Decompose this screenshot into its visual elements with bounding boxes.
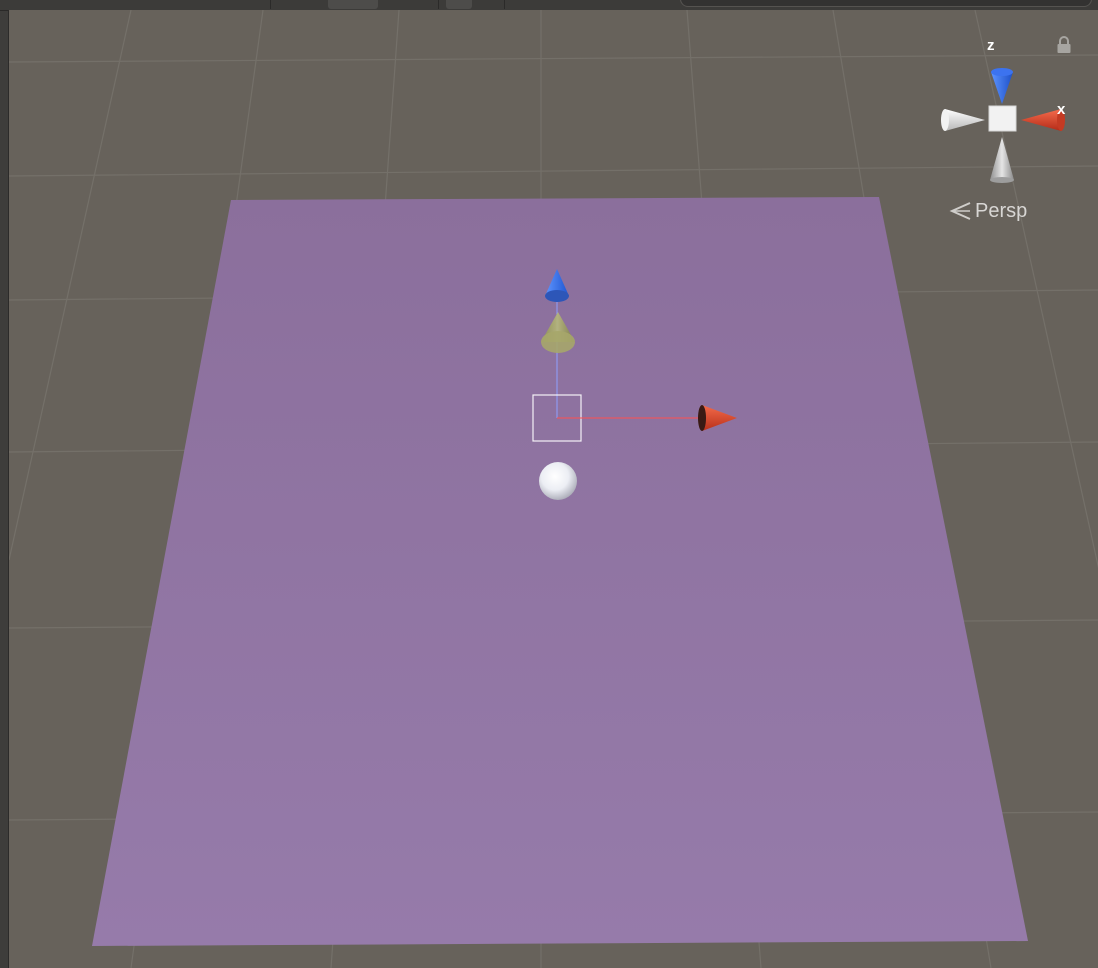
toolbar-separator: [260, 0, 271, 9]
gizmo-neg-z-cone[interactable]: [990, 137, 1014, 183]
lock-icon[interactable]: [1055, 35, 1073, 55]
gizmo-x-label: x: [1057, 101, 1066, 118]
projection-toggle[interactable]: Persp: [949, 198, 1027, 224]
ground-plane[interactable]: [92, 197, 1028, 946]
perspective-chevron-icon: [949, 202, 971, 220]
unity-editor-window: z x Persp: [0, 0, 1098, 968]
scene-search-field[interactable]: [680, 0, 1092, 7]
toolbar-draw-mode-button[interactable]: [328, 0, 378, 9]
sphere-object[interactable]: [539, 462, 577, 500]
gizmo-z-cone[interactable]: [991, 68, 1013, 104]
gizmo-neg-x-cone[interactable]: [941, 109, 985, 131]
scene-viewport[interactable]: z x Persp: [8, 10, 1098, 968]
toolbar-separator: [378, 0, 439, 9]
gizmo-center-cube[interactable]: [988, 105, 1017, 132]
toolbar-separator: [472, 0, 505, 9]
projection-label: Persp: [975, 199, 1028, 222]
toolbar-2d-button[interactable]: [446, 0, 472, 9]
gizmo-z-label: z: [987, 37, 995, 54]
